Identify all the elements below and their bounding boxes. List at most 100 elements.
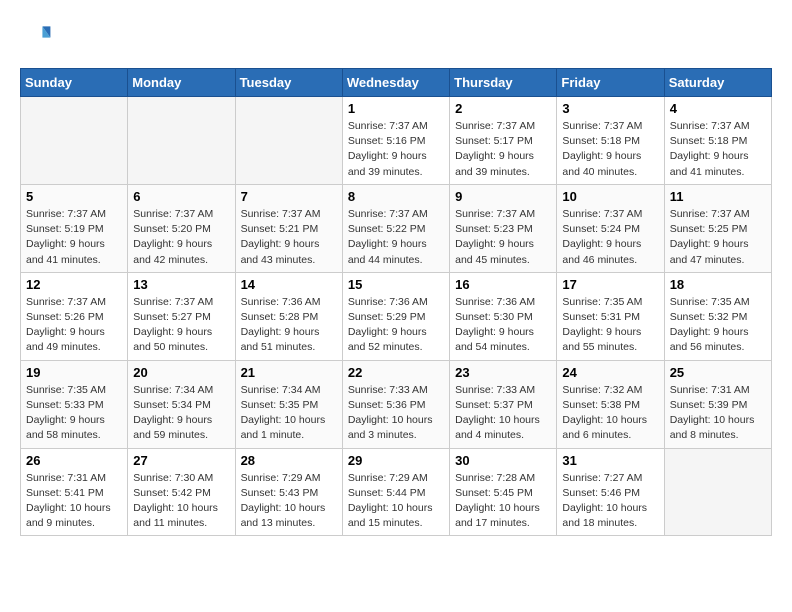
calendar-week-row: 12 Sunrise: 7:37 AMSunset: 5:26 PMDayligh… <box>21 272 772 360</box>
calendar-cell: 21 Sunrise: 7:34 AMSunset: 5:35 PMDayligh… <box>235 360 342 448</box>
day-info: Sunrise: 7:29 AMSunset: 5:44 PMDaylight:… <box>348 471 444 532</box>
calendar-cell: 19Sunrise: 7:35 AMSunset: 5:33 PMDayligh… <box>21 360 128 448</box>
calendar-cell: 17 Sunrise: 7:35 AMSunset: 5:31 PMDayligh… <box>557 272 664 360</box>
day-number: 9 <box>455 189 551 204</box>
day-number: 26 <box>26 453 122 468</box>
day-number: 30 <box>455 453 551 468</box>
calendar-cell: 3 Sunrise: 7:37 AMSunset: 5:18 PMDaylight… <box>557 97 664 185</box>
calendar-cell <box>664 448 771 536</box>
day-info: Sunrise: 7:30 AMSunset: 5:42 PMDaylight:… <box>133 471 229 532</box>
day-number: 1 <box>348 101 444 116</box>
calendar-week-row: 19Sunrise: 7:35 AMSunset: 5:33 PMDayligh… <box>21 360 772 448</box>
calendar-cell: 8 Sunrise: 7:37 AMSunset: 5:22 PMDaylight… <box>342 184 449 272</box>
day-info: Sunrise: 7:31 AMSunset: 5:41 PMDaylight:… <box>26 471 122 532</box>
calendar-cell: 13 Sunrise: 7:37 AMSunset: 5:27 PMDayligh… <box>128 272 235 360</box>
calendar-cell: 11 Sunrise: 7:37 AMSunset: 5:25 PMDayligh… <box>664 184 771 272</box>
calendar-cell: 15Sunrise: 7:36 AMSunset: 5:29 PMDayligh… <box>342 272 449 360</box>
day-info: Sunrise: 7:37 AMSunset: 5:19 PMDaylight:… <box>26 207 122 268</box>
weekday-header-row: SundayMondayTuesdayWednesdayThursdayFrid… <box>21 69 772 97</box>
day-number: 5 <box>26 189 122 204</box>
calendar-cell: 14Sunrise: 7:36 AMSunset: 5:28 PMDayligh… <box>235 272 342 360</box>
weekday-header: Wednesday <box>342 69 449 97</box>
calendar-cell: 9Sunrise: 7:37 AMSunset: 5:23 PMDaylight… <box>450 184 557 272</box>
weekday-header: Monday <box>128 69 235 97</box>
weekday-header: Thursday <box>450 69 557 97</box>
calendar-cell: 23 Sunrise: 7:33 AMSunset: 5:37 PMDayligh… <box>450 360 557 448</box>
day-number: 21 <box>241 365 337 380</box>
calendar-cell: 2 Sunrise: 7:37 AMSunset: 5:17 PMDaylight… <box>450 97 557 185</box>
weekday-header: Friday <box>557 69 664 97</box>
day-info: Sunrise: 7:35 AMSunset: 5:31 PMDaylight:… <box>562 295 658 356</box>
calendar-cell: 22 Sunrise: 7:33 AMSunset: 5:36 PMDayligh… <box>342 360 449 448</box>
calendar-cell: 18Sunrise: 7:35 AMSunset: 5:32 PMDayligh… <box>664 272 771 360</box>
day-info: Sunrise: 7:37 AMSunset: 5:25 PMDaylight:… <box>670 207 766 268</box>
weekday-header: Saturday <box>664 69 771 97</box>
day-info: Sunrise: 7:34 AMSunset: 5:35 PMDaylight:… <box>241 383 337 444</box>
logo <box>20 20 56 52</box>
day-info: Sunrise: 7:34 AMSunset: 5:34 PMDaylight:… <box>133 383 229 444</box>
calendar-cell <box>235 97 342 185</box>
day-number: 15 <box>348 277 444 292</box>
calendar-cell: 4 Sunrise: 7:37 AMSunset: 5:18 PMDaylight… <box>664 97 771 185</box>
day-number: 8 <box>348 189 444 204</box>
calendar-cell: 25 Sunrise: 7:31 AMSunset: 5:39 PMDayligh… <box>664 360 771 448</box>
day-number: 12 <box>26 277 122 292</box>
day-number: 29 <box>348 453 444 468</box>
day-info: Sunrise: 7:37 AMSunset: 5:26 PMDaylight:… <box>26 295 122 356</box>
day-number: 14 <box>241 277 337 292</box>
day-info: Sunrise: 7:35 AMSunset: 5:33 PMDaylight:… <box>26 383 122 444</box>
calendar-cell <box>21 97 128 185</box>
day-info: Sunrise: 7:37 AMSunset: 5:27 PMDaylight:… <box>133 295 229 356</box>
calendar-cell <box>128 97 235 185</box>
day-number: 10 <box>562 189 658 204</box>
day-number: 25 <box>670 365 766 380</box>
day-number: 18 <box>670 277 766 292</box>
day-number: 13 <box>133 277 229 292</box>
day-number: 7 <box>241 189 337 204</box>
day-info: Sunrise: 7:37 AMSunset: 5:17 PMDaylight:… <box>455 119 551 180</box>
day-number: 3 <box>562 101 658 116</box>
day-number: 2 <box>455 101 551 116</box>
day-number: 24 <box>562 365 658 380</box>
day-number: 17 <box>562 277 658 292</box>
day-info: Sunrise: 7:33 AMSunset: 5:36 PMDaylight:… <box>348 383 444 444</box>
calendar-table: SundayMondayTuesdayWednesdayThursdayFrid… <box>20 68 772 536</box>
day-info: Sunrise: 7:31 AMSunset: 5:39 PMDaylight:… <box>670 383 766 444</box>
calendar-cell: 29 Sunrise: 7:29 AMSunset: 5:44 PMDayligh… <box>342 448 449 536</box>
day-number: 6 <box>133 189 229 204</box>
calendar-cell: 31 Sunrise: 7:27 AMSunset: 5:46 PMDayligh… <box>557 448 664 536</box>
day-number: 11 <box>670 189 766 204</box>
day-number: 23 <box>455 365 551 380</box>
calendar-cell: 12 Sunrise: 7:37 AMSunset: 5:26 PMDayligh… <box>21 272 128 360</box>
day-info: Sunrise: 7:29 AMSunset: 5:43 PMDaylight:… <box>241 471 337 532</box>
calendar-cell: 7Sunrise: 7:37 AMSunset: 5:21 PMDaylight… <box>235 184 342 272</box>
day-info: Sunrise: 7:32 AMSunset: 5:38 PMDaylight:… <box>562 383 658 444</box>
day-info: Sunrise: 7:28 AMSunset: 5:45 PMDaylight:… <box>455 471 551 532</box>
day-info: Sunrise: 7:37 AMSunset: 5:24 PMDaylight:… <box>562 207 658 268</box>
calendar-cell: 27 Sunrise: 7:30 AMSunset: 5:42 PMDayligh… <box>128 448 235 536</box>
day-info: Sunrise: 7:27 AMSunset: 5:46 PMDaylight:… <box>562 471 658 532</box>
weekday-header: Sunday <box>21 69 128 97</box>
day-number: 28 <box>241 453 337 468</box>
day-info: Sunrise: 7:37 AMSunset: 5:18 PMDaylight:… <box>562 119 658 180</box>
day-number: 22 <box>348 365 444 380</box>
day-number: 31 <box>562 453 658 468</box>
logo-icon <box>20 20 52 52</box>
calendar-cell: 1Sunrise: 7:37 AMSunset: 5:16 PMDaylight… <box>342 97 449 185</box>
calendar-cell: 24 Sunrise: 7:32 AMSunset: 5:38 PMDayligh… <box>557 360 664 448</box>
weekday-header: Tuesday <box>235 69 342 97</box>
page-header <box>20 20 772 52</box>
calendar-cell: 10 Sunrise: 7:37 AMSunset: 5:24 PMDayligh… <box>557 184 664 272</box>
calendar-cell: 28 Sunrise: 7:29 AMSunset: 5:43 PMDayligh… <box>235 448 342 536</box>
day-number: 4 <box>670 101 766 116</box>
day-info: Sunrise: 7:37 AMSunset: 5:22 PMDaylight:… <box>348 207 444 268</box>
calendar-cell: 20 Sunrise: 7:34 AMSunset: 5:34 PMDayligh… <box>128 360 235 448</box>
calendar-week-row: 1Sunrise: 7:37 AMSunset: 5:16 PMDaylight… <box>21 97 772 185</box>
day-info: Sunrise: 7:33 AMSunset: 5:37 PMDaylight:… <box>455 383 551 444</box>
day-info: Sunrise: 7:37 AMSunset: 5:20 PMDaylight:… <box>133 207 229 268</box>
calendar-cell: 5 Sunrise: 7:37 AMSunset: 5:19 PMDaylight… <box>21 184 128 272</box>
day-info: Sunrise: 7:36 AMSunset: 5:30 PMDaylight:… <box>455 295 551 356</box>
day-info: Sunrise: 7:37 AMSunset: 5:18 PMDaylight:… <box>670 119 766 180</box>
day-number: 20 <box>133 365 229 380</box>
day-number: 27 <box>133 453 229 468</box>
